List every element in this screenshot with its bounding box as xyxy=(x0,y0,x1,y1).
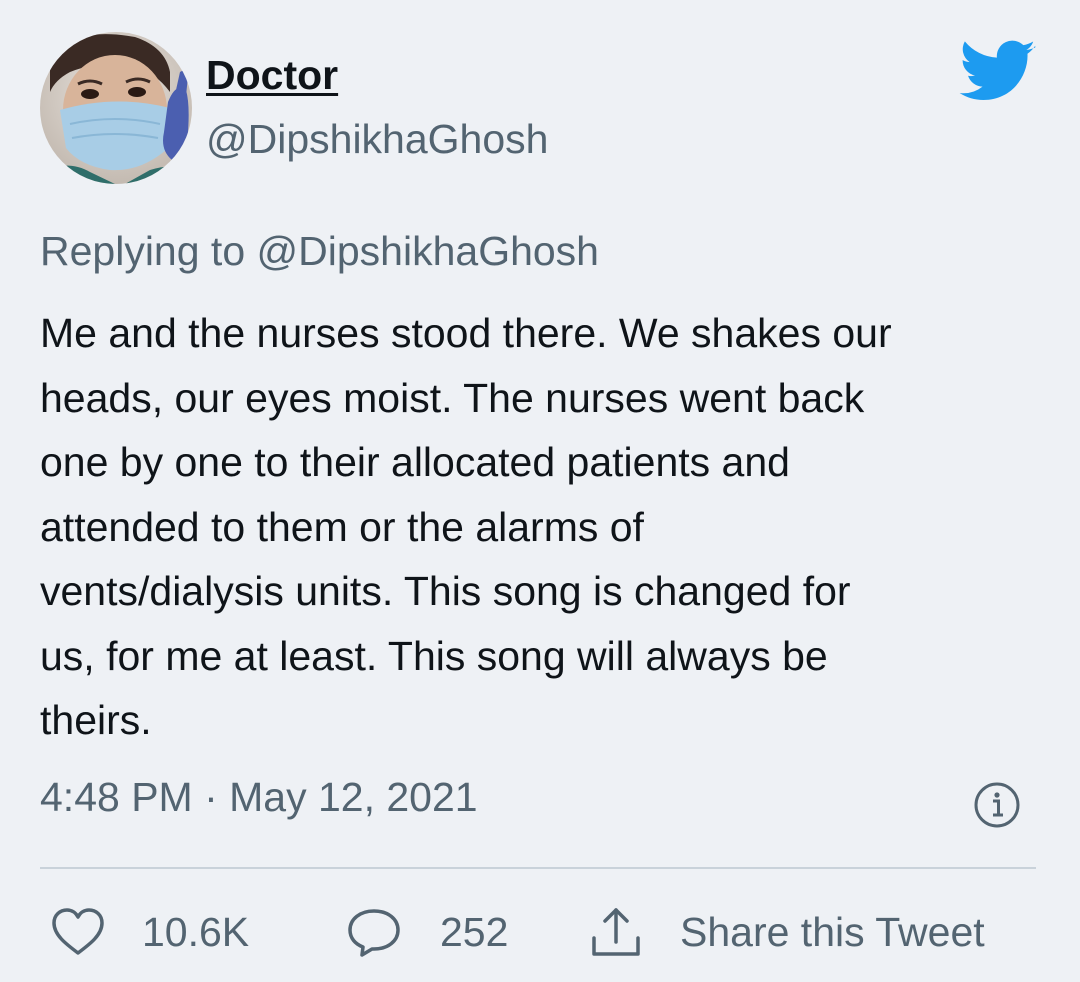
reply-button[interactable]: 252 xyxy=(346,896,508,968)
like-button[interactable]: 10.6K xyxy=(50,896,249,968)
replying-to-handle[interactable]: @DipshikhaGhosh xyxy=(257,228,599,274)
info-icon[interactable] xyxy=(972,780,1022,830)
tweet-text-line: attended to them or the alarms of xyxy=(40,503,644,550)
reply-count: 252 xyxy=(440,908,509,955)
tweet-text-line: us, for me at least. This song will alwa… xyxy=(40,632,828,679)
avatar[interactable] xyxy=(40,32,192,184)
tweet-text-line: Me and the nurses stood there. We shakes… xyxy=(40,310,892,356)
heart-icon xyxy=(52,908,104,955)
share-label: Share this Tweet xyxy=(680,908,985,955)
share-icon xyxy=(592,908,640,956)
tweet-card: Doctor @DipshikhaGhosh Replying to @Dips… xyxy=(0,0,1080,982)
share-button[interactable]: Share this Tweet xyxy=(588,896,985,968)
like-count: 10.6K xyxy=(142,908,250,955)
divider xyxy=(40,867,1036,869)
author-handle[interactable]: @DipshikhaGhosh xyxy=(206,116,548,163)
comment-icon xyxy=(348,909,400,957)
tweet-text-line: heads, our eyes moist. The nurses went b… xyxy=(40,374,865,421)
tweet-text-line: vents/dialysis units. This song is chang… xyxy=(40,568,851,614)
avatar-image xyxy=(40,32,192,184)
author-display-name[interactable]: Doctor xyxy=(206,52,338,99)
tweet-text: Me and the nurses stood there. We shakes… xyxy=(40,301,1040,753)
twitter-bird-icon[interactable] xyxy=(958,40,1038,104)
tweet-timestamp[interactable]: 4:48 PM · May 12, 2021 xyxy=(40,774,478,821)
tweet-text-line: theirs. xyxy=(40,697,152,743)
replying-prefix: Replying to xyxy=(40,228,246,274)
replying-to-line: Replying to @DipshikhaGhosh xyxy=(40,228,599,275)
tweet-text-line: one by one to their allocated patients a… xyxy=(40,439,790,485)
tweet-actions: 10.6K 252 Share this Tweet xyxy=(40,896,1040,968)
